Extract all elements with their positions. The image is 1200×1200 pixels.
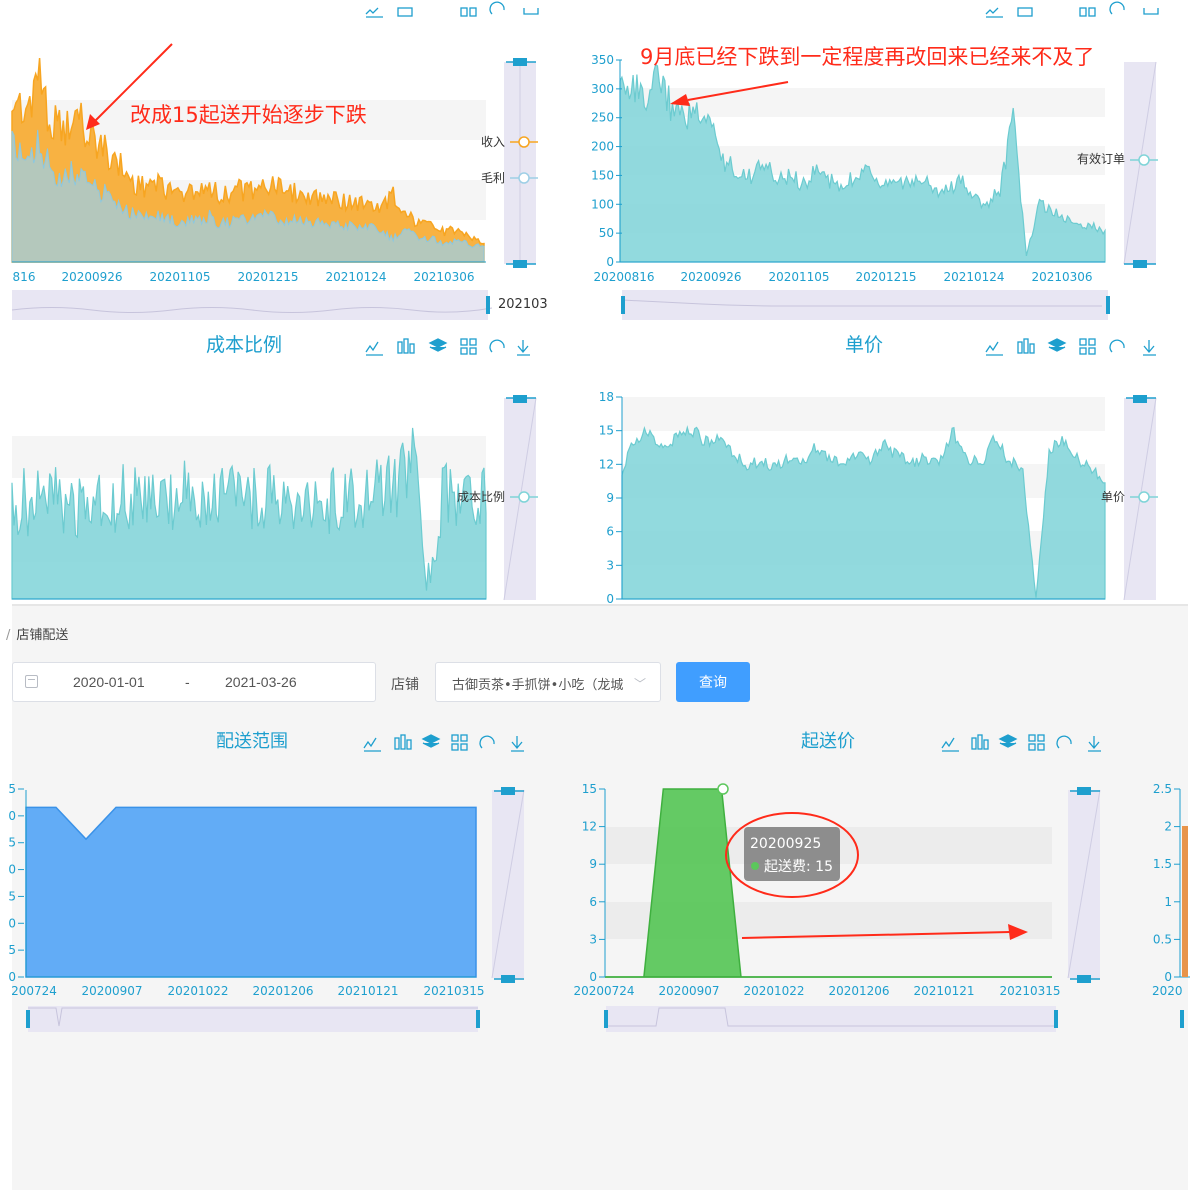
x-tick-label: 20210121 bbox=[913, 984, 974, 998]
revenue-datazoom[interactable]: 202103 bbox=[11, 290, 548, 320]
legend-profit: 毛利 bbox=[481, 171, 505, 185]
shop-label: 店铺 bbox=[391, 677, 419, 693]
tooltip: 20200925 起送费: 15 bbox=[744, 827, 840, 881]
hover-point bbox=[717, 783, 729, 795]
x-tick-label: 200724 bbox=[11, 984, 57, 998]
breadcrumb: / 店铺配送 bbox=[6, 628, 69, 643]
y-tick-label: 250 bbox=[591, 111, 614, 125]
min-price-title: 起送价 bbox=[801, 731, 855, 752]
date-end[interactable]: 2021-03-26 bbox=[225, 674, 297, 690]
svg-text:有效订单: 有效订单 bbox=[1077, 151, 1125, 166]
x-tick-label: 20201215 bbox=[237, 270, 298, 284]
y-tick-label: 2 bbox=[1164, 820, 1172, 834]
y-tick-label: 12 bbox=[582, 820, 597, 834]
y-tick-label: 350 bbox=[591, 53, 614, 67]
range-datazoom[interactable] bbox=[26, 1006, 480, 1032]
x-tick-label: 20210306 bbox=[413, 270, 474, 284]
x-tick-label: 20200907 bbox=[81, 984, 142, 998]
y-tick-label: 0 bbox=[8, 970, 16, 984]
tooltip-date: 20200925 bbox=[750, 836, 821, 852]
y-tick-label: 5 bbox=[8, 889, 16, 903]
date-separator: - bbox=[185, 674, 190, 690]
x-tick-label: 20201022 bbox=[167, 984, 228, 998]
x-tick-label: 20201105 bbox=[149, 270, 210, 284]
y-tick-label: 150 bbox=[591, 168, 614, 182]
x-tick-label: 20200724 bbox=[573, 984, 634, 998]
date-start[interactable]: 2020-01-01 bbox=[73, 674, 145, 690]
y-tick-label: 300 bbox=[591, 82, 614, 96]
svg-text:2020: 2020 bbox=[1152, 984, 1183, 998]
x-tick-label: 20200926 bbox=[680, 270, 741, 284]
annotation-text-1: 改成15起送开始逐步下跌 bbox=[130, 103, 367, 127]
y-tick-label: 18 bbox=[599, 390, 614, 404]
y-tick-label: 1.5 bbox=[1153, 857, 1172, 871]
y-tick-label: 0 bbox=[606, 255, 614, 269]
orders-zoom-slider[interactable] bbox=[1123, 61, 1157, 268]
y-tick-label: 0 bbox=[8, 809, 16, 823]
y-tick-label: 200 bbox=[591, 140, 614, 154]
y-tick-label: 0 bbox=[589, 970, 597, 984]
calendar-icon bbox=[25, 675, 38, 688]
x-tick-label: 816 bbox=[13, 270, 36, 284]
y-tick-label: 2.5 bbox=[1153, 782, 1172, 796]
y-tick-label: 15 bbox=[599, 424, 614, 438]
query-button[interactable]: 查询 bbox=[676, 662, 750, 702]
y-tick-label: 9 bbox=[589, 857, 597, 871]
y-tick-label: 0.5 bbox=[1153, 932, 1172, 946]
x-tick-label: 20200816 bbox=[593, 270, 654, 284]
delivery-range-area bbox=[25, 806, 477, 978]
x-tick-label: 20200907 bbox=[658, 984, 719, 998]
range-zoom-slider[interactable] bbox=[491, 787, 525, 983]
y-tick-label: 5 bbox=[8, 782, 16, 796]
y-tick-label: 5 bbox=[8, 836, 16, 850]
x-tick-label: 20201215 bbox=[855, 270, 916, 284]
date-range-picker[interactable]: 2020-01-01 - 2021-03-26 bbox=[12, 662, 376, 702]
y-tick-label: 5 bbox=[8, 943, 16, 957]
minp-zoom-slider[interactable] bbox=[1067, 787, 1101, 983]
y-tick-label: 15 bbox=[582, 782, 597, 796]
y-tick-label: 3 bbox=[589, 932, 597, 946]
orders-datazoom[interactable] bbox=[621, 290, 1110, 320]
x-tick-label: 20201206 bbox=[252, 984, 313, 998]
cost-ratio-title: 成本比例 bbox=[206, 334, 282, 356]
y-tick-label: 1 bbox=[1164, 895, 1172, 909]
y-tick-label: 100 bbox=[591, 197, 614, 211]
dashboard-canvas: 816 20200926 20201105 20201215 20210124 20210… bbox=[8, 1, 1190, 1190]
unit-price-title: 单价 bbox=[845, 334, 883, 356]
x-tick-label: 20201206 bbox=[828, 984, 889, 998]
y-tick-label: 0 bbox=[8, 863, 16, 877]
revenue-zoom-slider[interactable] bbox=[504, 58, 536, 268]
delivery-range-title: 配送范围 bbox=[216, 731, 288, 752]
y-tick-label: 12 bbox=[599, 457, 614, 471]
shop-select-value: 古御贡茶•手抓饼•小吃（龙城 bbox=[452, 678, 624, 693]
y-tick-label: 50 bbox=[599, 226, 614, 240]
y-tick-label: 3 bbox=[606, 558, 614, 572]
shop-select[interactable]: 古御贡茶•手抓饼•小吃（龙城 ﹀ bbox=[435, 662, 661, 702]
breadcrumb-label: 店铺配送 bbox=[16, 628, 69, 643]
x-tick-label: 20210315 bbox=[999, 984, 1060, 998]
legend-income: 收入 bbox=[481, 135, 505, 149]
x-tick-label: 20210315 bbox=[423, 984, 484, 998]
annotation-text-2: 9月底已经下跌到一定程度再改回来已经来不及了 bbox=[640, 45, 1094, 69]
x-tick-label: 20210306 bbox=[1031, 270, 1092, 284]
svg-text:成本比例: 成本比例 bbox=[457, 490, 505, 504]
chevron-down-icon: ﹀ bbox=[633, 677, 646, 691]
y-tick-label: 6 bbox=[606, 525, 614, 539]
x-tick-label: 20210121 bbox=[337, 984, 398, 998]
x-tick-label: 20210124 bbox=[325, 270, 386, 284]
x-tick-label: 20210124 bbox=[943, 270, 1004, 284]
minp-datazoom[interactable] bbox=[604, 1006, 1058, 1032]
x-tick-label: 20201022 bbox=[743, 984, 804, 998]
y-tick-label: 9 bbox=[606, 491, 614, 505]
x-tick-label: 20201105 bbox=[768, 270, 829, 284]
y-tick-label: 0 bbox=[8, 916, 16, 930]
y-tick-label: 0 bbox=[1164, 970, 1172, 984]
svg-text:单价: 单价 bbox=[1101, 490, 1125, 504]
datazoom-label: 202103 bbox=[498, 297, 548, 312]
y-tick-label: 0 bbox=[606, 592, 614, 606]
tooltip-value: 起送费: 15 bbox=[764, 859, 833, 875]
cost-legend[interactable]: 成本比例 bbox=[457, 490, 538, 504]
x-tick-label: 20200926 bbox=[61, 270, 122, 284]
y-tick-label: 6 bbox=[589, 895, 597, 909]
